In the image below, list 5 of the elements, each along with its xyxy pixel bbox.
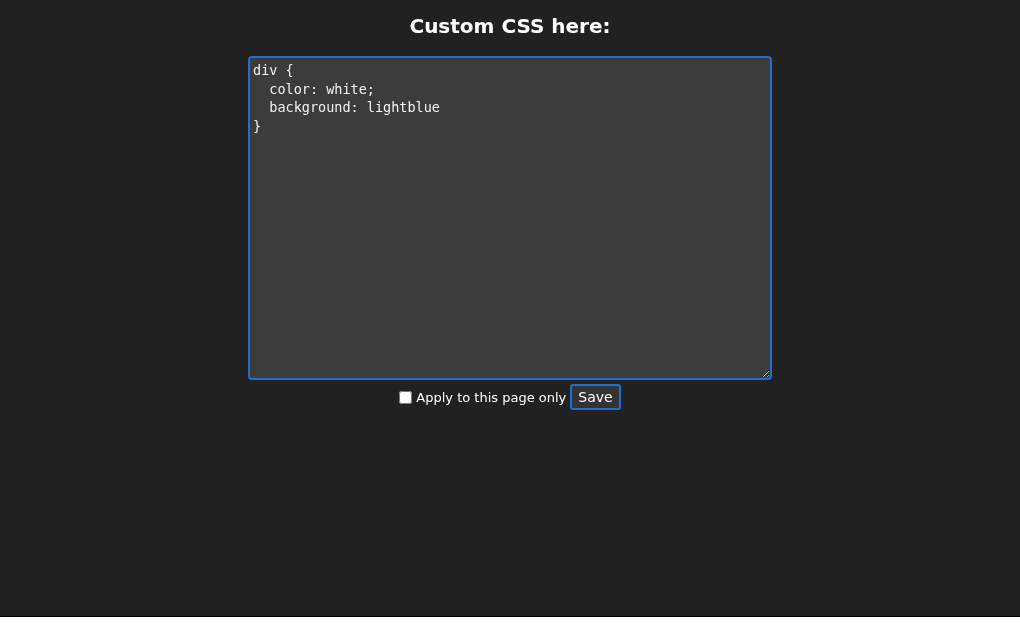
save-button[interactable]: Save [570, 384, 621, 410]
apply-label: Apply to this page only [416, 389, 567, 405]
apply-checkbox[interactable] [399, 390, 413, 404]
page-heading: Custom CSS here: [409, 14, 611, 38]
css-editor-field[interactable]: div { color: white; background: lightblue } [248, 56, 772, 380]
